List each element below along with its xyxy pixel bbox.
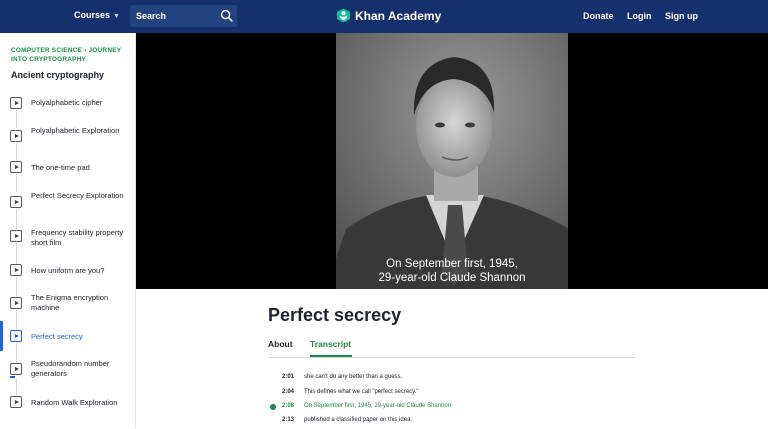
play-icon [10, 130, 22, 142]
sidebar-item-label: Polyalphabetic cipher [31, 98, 103, 107]
sidebar-item-label: The Enigma encryption machine [31, 293, 109, 312]
connector-line [16, 143, 17, 163]
chevron-down-icon: ▼ [113, 13, 120, 20]
connector-line [16, 110, 17, 128]
courses-menu[interactable]: Courses ▼ [74, 10, 120, 20]
transcript-row[interactable]: 2:13 published a classified paper on thi… [268, 417, 636, 429]
active-indicator [0, 321, 3, 351]
transcript-row-current[interactable]: 2:08 On September first, 1945, 29-year-o… [268, 403, 636, 415]
play-icon [10, 230, 22, 242]
play-icon [10, 297, 22, 309]
login-link[interactable]: Login [627, 11, 652, 21]
sidebar-item-label: Pseudorandom number generators [31, 359, 110, 378]
transcript-time: 2:01 [282, 374, 295, 380]
transcript-text: she can't do any better than a guess. [304, 374, 403, 380]
lesson-progress-bar [10, 376, 15, 378]
lesson-sidebar: COMPUTER SCIENCE › JOURNEY INTO CRYPTOGR… [0, 33, 136, 428]
sidebar-item-label: Polyalphabetic Exploration [31, 126, 120, 135]
transcript-time: 2:04 [282, 389, 295, 395]
play-icon [10, 97, 22, 109]
connector-line [16, 209, 17, 229]
tab-about[interactable]: About [268, 339, 293, 349]
top-nav-bar: Courses ▼ Search Khan Academy Donate Logi… [0, 0, 768, 33]
connector-line [16, 379, 17, 395]
transcript-text: published a classified paper on this ide… [304, 417, 413, 423]
transcript-time: 2:08 [282, 403, 295, 409]
play-icon [10, 330, 22, 342]
transcript-row[interactable]: 2:04 This defines what we call "perfect … [268, 389, 636, 401]
transcript-text: On September first, 1945, 29-year-old Cl… [304, 403, 452, 409]
courses-label: Courses [74, 10, 111, 20]
play-icon [10, 363, 22, 375]
signup-link[interactable]: Sign up [665, 11, 698, 21]
play-icon [10, 396, 22, 408]
tab-transcript[interactable]: Transcript [310, 339, 351, 349]
connector-line [16, 310, 17, 330]
transcript-time: 2:13 [282, 417, 295, 423]
content-tabs: About Transcript [268, 338, 636, 358]
search-icon[interactable] [220, 9, 233, 22]
connector-line [16, 243, 17, 265]
caption-line-2: 29-year-old Claude Shannon [378, 272, 526, 284]
play-icon [10, 161, 22, 173]
page-title: Perfect secrecy [268, 305, 402, 325]
video-player[interactable]: On September first, 1945, 29-year-old Cl… [136, 33, 768, 289]
connector-line [16, 277, 17, 297]
sidebar-item-label: How uniform are you? [31, 266, 105, 275]
sidebar-item-label: Random Walk Exploration [31, 398, 118, 407]
breadcrumb[interactable]: COMPUTER SCIENCE › JOURNEY INTO CRYPTOGR… [11, 46, 131, 64]
topic-title: Ancient cryptography [11, 70, 105, 80]
portrait-image [336, 33, 568, 289]
tab-active-underline [310, 355, 352, 357]
sidebar-item-label: The one-time pad [31, 163, 90, 172]
sidebar-item-label: Perfect secrecy [31, 332, 83, 341]
khan-leaf-icon [336, 8, 351, 23]
logo-text: Khan Academy [355, 8, 442, 23]
play-icon [10, 264, 22, 276]
sidebar-item-label: Frequency stability property short film [31, 228, 124, 247]
current-position-dot [270, 404, 276, 410]
khan-academy-logo[interactable]: Khan Academy [336, 8, 441, 23]
sidebar-item-label: Perfect Secrecy Exploration [31, 191, 124, 200]
transcript-row[interactable]: 2:01 she can't do any better than a gues… [268, 374, 636, 386]
connector-line [16, 174, 17, 192]
search-placeholder: Search [136, 11, 167, 21]
connector-line [16, 343, 17, 363]
donate-link[interactable]: Donate [583, 11, 614, 21]
search-box[interactable]: Search [130, 5, 237, 27]
play-icon [10, 196, 22, 208]
transcript-text: This defines what we call "perfect secre… [304, 389, 419, 395]
caption-line-1: On September first, 1945, [386, 258, 518, 270]
video-frame [336, 33, 568, 289]
